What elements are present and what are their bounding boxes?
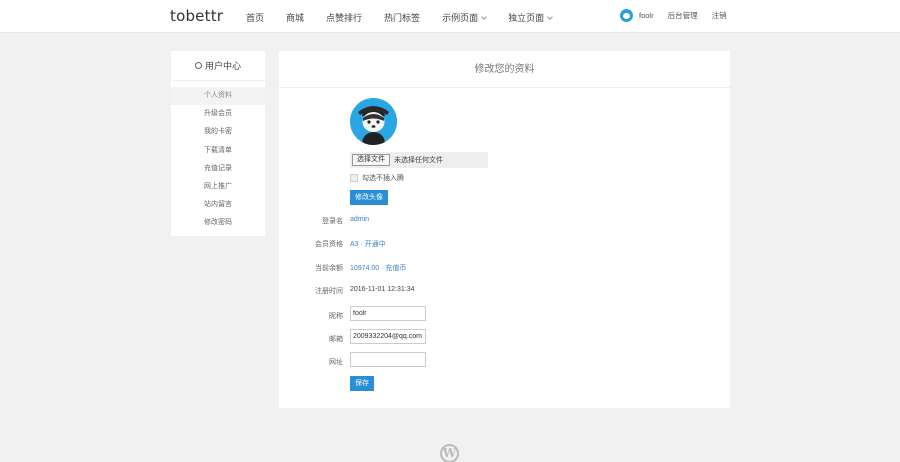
page-title: 修改您的资料: [279, 51, 730, 88]
site-logo[interactable]: tobettr: [170, 7, 223, 25]
sidebar-item-messages[interactable]: 站内留言: [171, 196, 265, 214]
sidebar-item-profile[interactable]: 个人资料: [171, 87, 265, 106]
avatar-file-picker: 选择文件 未选择任何文件: [350, 152, 488, 168]
sidebar-menu: 个人资料 升级会员 我的卡密 下载清单 充值记录 网上推广 站内留言 修改密码: [171, 87, 265, 233]
field-label: 网址: [329, 359, 343, 366]
chevron-down-icon: [547, 14, 553, 20]
user-area: foolr 后台管理 注销: [620, 9, 727, 22]
nav-item-sample-page[interactable]: 示例页面: [442, 11, 487, 24]
main-nav: 首页 商城 点赞排行 热门标签 示例页面 独立页面: [246, 11, 574, 24]
nav-item-likes-ranking[interactable]: 点赞排行: [326, 11, 362, 24]
nav-item-standalone-page[interactable]: 独立页面: [508, 11, 553, 24]
nav-item-label: 点赞排行: [326, 13, 363, 23]
nav-item-hot-tags[interactable]: 热门标签: [384, 11, 420, 24]
nav-item-label: 示例页面: [442, 13, 479, 23]
membership-value[interactable]: A3 · 开通中: [350, 239, 386, 249]
field-row-website: 网址: [279, 352, 730, 369]
no-insert-checkbox-label: 勾选不插入腾: [362, 175, 404, 182]
login-name-value[interactable]: admin: [350, 216, 369, 223]
sidebar-title: 用户中心: [171, 51, 265, 81]
field-label: 邮箱: [329, 336, 343, 343]
email-input[interactable]: [350, 329, 426, 344]
field-row-email: 邮箱: [279, 329, 730, 346]
user-name[interactable]: foolr: [639, 11, 654, 20]
website-input[interactable]: [350, 352, 426, 367]
user-circle-icon: [194, 62, 202, 69]
field-row-balance: 当前余额 10974.00 · 充值币: [279, 261, 730, 275]
sidebar-item-my-cards[interactable]: 我的卡密: [171, 123, 265, 141]
field-row-nickname: 昵称: [279, 306, 730, 323]
field-label: 注册时间: [315, 288, 343, 295]
no-insert-checkbox[interactable]: [350, 174, 358, 182]
field-label: 会员资格: [315, 241, 343, 248]
nav-item-label: 商城: [286, 13, 305, 23]
nav-item-home[interactable]: 首页: [246, 11, 264, 24]
logout-link[interactable]: 注销: [712, 10, 727, 21]
user-avatar-icon[interactable]: [620, 9, 633, 22]
sidebar-item-change-password[interactable]: 修改密码: [171, 214, 265, 232]
sidebar-item-recharge-records[interactable]: 充值记录: [171, 160, 265, 178]
nav-item-shop[interactable]: 商城: [286, 11, 304, 24]
user-center-sidebar: 用户中心 个人资料 升级会员 我的卡密 下载清单 充值记录 网上推广 站内留言 …: [171, 51, 265, 236]
husky-avatar-icon: [350, 98, 397, 145]
field-row-membership: 会员资格 A3 · 开通中: [279, 237, 730, 251]
chevron-down-icon: [481, 14, 487, 20]
field-label: 当前余额: [315, 265, 343, 272]
save-button[interactable]: 保存: [350, 376, 374, 391]
sidebar-item-promotion[interactable]: 网上推广: [171, 178, 265, 196]
wordpress-logo-icon[interactable]: W: [440, 444, 459, 462]
balance-value[interactable]: 10974.00 · 充值币: [350, 263, 406, 273]
nickname-input[interactable]: [350, 306, 426, 321]
file-status-text: 未选择任何文件: [394, 157, 443, 164]
admin-link[interactable]: 后台管理: [668, 10, 698, 21]
nav-item-label: 首页: [246, 13, 265, 23]
top-navigation-bar: tobettr 首页 商城 点赞排行 热门标签 示例页面 独立页面 foolr …: [0, 0, 900, 33]
change-avatar-button[interactable]: 修改头像: [350, 190, 388, 205]
profile-avatar: [350, 98, 397, 145]
no-insert-option: 勾选不插入腾: [350, 173, 404, 183]
choose-file-button[interactable]: 选择文件: [352, 154, 390, 166]
field-label: 登录名: [322, 218, 343, 225]
sidebar-item-upgrade-membership[interactable]: 升级会员: [171, 105, 265, 123]
register-time-value: 2016-11-01 12:31:34: [350, 286, 415, 293]
nav-item-label: 热门标签: [384, 13, 421, 23]
field-row-register-time: 注册时间 2016-11-01 12:31:34: [279, 284, 730, 298]
sidebar-title-label: 用户中心: [204, 61, 241, 71]
field-label: 昵称: [329, 313, 343, 320]
field-row-login-name: 登录名 admin: [279, 214, 730, 228]
nav-item-label: 独立页面: [508, 13, 545, 23]
profile-edit-panel: 修改您的资料 选择文件 未选择任何文件 勾选不插入腾 修改头像 登录名 admi…: [279, 51, 730, 408]
sidebar-item-download-list[interactable]: 下载清单: [171, 142, 265, 160]
